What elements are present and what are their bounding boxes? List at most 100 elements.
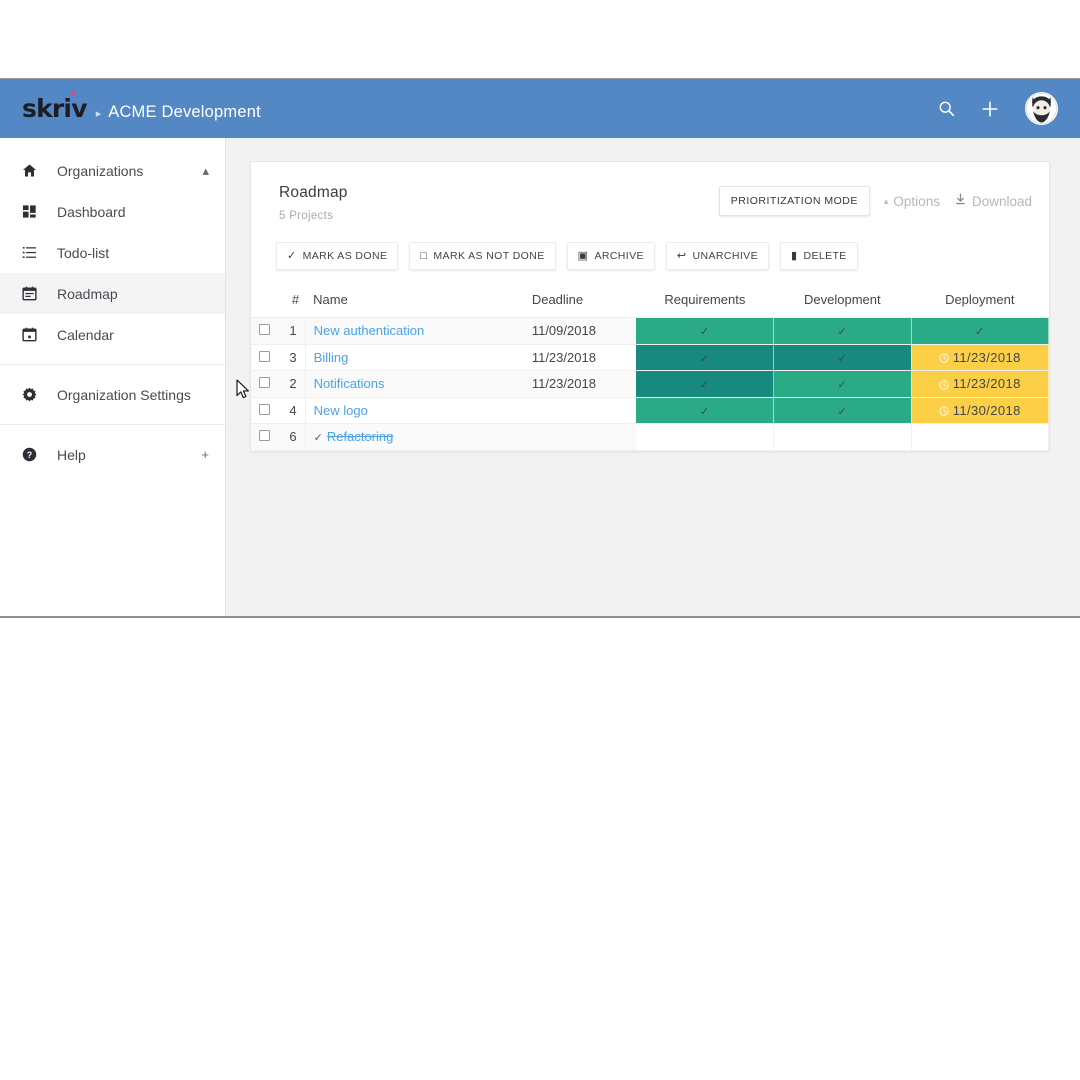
skriv-logo[interactable]: skriv bbox=[22, 91, 87, 123]
sidebar-label-organizations: Organizations bbox=[57, 162, 144, 179]
status-check-icon: ✓ bbox=[699, 405, 710, 418]
row-name-cell: New authentication bbox=[304, 317, 524, 345]
status-cell-deployment[interactable]: ✓ bbox=[911, 317, 1049, 345]
sidebar-label-roadmap: Roadmap bbox=[57, 285, 118, 302]
sidebar-label-help: Help bbox=[57, 446, 86, 463]
prioritization-mode-button[interactable]: PRIORITIZATION MODE bbox=[718, 186, 870, 216]
status-cell-deployment[interactable] bbox=[911, 423, 1049, 451]
status-cell-development[interactable]: ✓ bbox=[773, 317, 912, 345]
th-deadline[interactable]: Deadline bbox=[523, 286, 637, 318]
sidebar-item-organizations[interactable]: Organizations ▴ bbox=[0, 150, 225, 191]
sidebar-item-todo-list[interactable]: Todo-list bbox=[0, 232, 225, 273]
skriv-logo-text: skriv bbox=[22, 94, 87, 123]
archive-button[interactable]: ▣ ARCHIVE bbox=[566, 242, 655, 270]
search-icon[interactable] bbox=[938, 100, 955, 117]
row-name-cell: Billing bbox=[304, 344, 524, 371]
row-number: 2 bbox=[281, 370, 306, 398]
calendar-roadmap-icon bbox=[22, 286, 44, 301]
options-button[interactable]: ▴ Options bbox=[884, 194, 940, 209]
status-cell-requirements[interactable]: ✓ bbox=[636, 344, 775, 371]
row-name-cell: Notifications bbox=[304, 370, 524, 398]
sidebar-divider-1 bbox=[0, 364, 225, 365]
download-icon bbox=[954, 193, 967, 209]
help-plus-icon[interactable]: + bbox=[201, 448, 209, 461]
user-avatar[interactable] bbox=[1025, 92, 1058, 125]
status-cell-requirements[interactable] bbox=[636, 423, 775, 451]
row-deadline bbox=[523, 397, 637, 424]
top-actions bbox=[938, 92, 1058, 125]
table-row[interactable]: 4 New logo ✓ ✓ 11/30/2018 bbox=[251, 397, 1049, 424]
delete-label: DELETE bbox=[803, 250, 847, 262]
sidebar-nav: Organizations ▴ Dashboard Todo-list Road… bbox=[0, 138, 226, 616]
table-row[interactable]: 3 Billing 11/23/2018 ✓ ✓ 11/23/2018 bbox=[251, 344, 1049, 371]
th-number[interactable]: # bbox=[281, 286, 306, 318]
sidebar-item-roadmap[interactable]: Roadmap bbox=[0, 273, 225, 314]
row-name-link[interactable]: Notifications bbox=[314, 376, 385, 391]
row-done-check-icon: ✓ bbox=[313, 432, 323, 445]
th-development[interactable]: Development bbox=[773, 286, 912, 318]
row-name-link[interactable]: Billing bbox=[314, 350, 349, 365]
svg-text:?: ? bbox=[27, 450, 32, 460]
status-cell-development[interactable]: ✓ bbox=[773, 370, 912, 398]
th-name[interactable]: Name bbox=[305, 286, 524, 318]
status-cell-requirements[interactable]: ✓ bbox=[636, 370, 775, 398]
check-icon: ✓ bbox=[287, 249, 297, 262]
mark-as-not-done-button[interactable]: □ MARK AS NOT DONE bbox=[409, 242, 556, 270]
row-checkbox[interactable] bbox=[259, 377, 270, 389]
brand-area[interactable]: skriv ▸ ACME Development bbox=[22, 91, 261, 123]
plus-icon[interactable] bbox=[981, 100, 999, 118]
status-cell-development[interactable]: ✓ bbox=[773, 344, 912, 371]
row-checkbox[interactable] bbox=[259, 430, 270, 442]
status-cell-deployment[interactable]: 11/23/2018 bbox=[911, 370, 1049, 398]
unarchive-arrow-icon: ↩ bbox=[676, 249, 687, 262]
mark-as-done-button[interactable]: ✓ MARK AS DONE bbox=[276, 242, 399, 270]
sidebar-item-help[interactable]: ? Help + bbox=[0, 434, 225, 475]
status-cell-deployment[interactable]: 11/23/2018 bbox=[911, 344, 1049, 371]
row-name-link[interactable]: New authentication bbox=[314, 323, 425, 338]
unarchive-button[interactable]: ↩ UNARCHIVE bbox=[665, 242, 769, 270]
row-number: 3 bbox=[281, 344, 306, 371]
table-row[interactable]: 1 New authentication 11/09/2018 ✓ ✓ ✓ bbox=[251, 317, 1049, 345]
main-content: Roadmap 5 Projects PRIORITIZATION MODE ▴… bbox=[226, 138, 1080, 616]
status-cell-deployment[interactable]: 11/30/2018 bbox=[911, 397, 1049, 424]
row-checkbox[interactable] bbox=[259, 350, 270, 362]
status-date: 11/23/2018 bbox=[939, 350, 1021, 365]
sidebar-item-dashboard[interactable]: Dashboard bbox=[0, 191, 225, 232]
row-name-link[interactable]: New logo bbox=[314, 403, 368, 418]
row-checkbox[interactable] bbox=[259, 324, 270, 336]
row-name-cell: New logo bbox=[304, 397, 524, 424]
row-name-link[interactable]: Refactoring bbox=[327, 429, 393, 444]
project-count: 5 Projects bbox=[279, 210, 334, 222]
status-cell-development[interactable] bbox=[773, 423, 912, 451]
list-icon bbox=[22, 245, 44, 260]
gear-icon bbox=[22, 387, 44, 402]
row-deadline: 11/23/2018 bbox=[523, 344, 637, 371]
table-row[interactable]: 6 ✓ Refactoring bbox=[251, 423, 1049, 451]
th-requirements[interactable]: Requirements bbox=[636, 286, 774, 318]
chevron-up-icon[interactable]: ▴ bbox=[202, 164, 209, 177]
download-button[interactable]: Download bbox=[954, 193, 1032, 209]
status-cell-requirements[interactable]: ✓ bbox=[636, 397, 775, 424]
status-cell-development[interactable]: ✓ bbox=[773, 397, 912, 424]
th-deployment[interactable]: Deployment bbox=[911, 286, 1049, 318]
sidebar-label-calendar: Calendar bbox=[57, 326, 114, 343]
mark-as-done-label: MARK AS DONE bbox=[302, 250, 388, 262]
organization-name[interactable]: ACME Development bbox=[108, 103, 261, 122]
empty-square-icon: □ bbox=[420, 249, 428, 262]
table-body: 1 New authentication 11/09/2018 ✓ ✓ ✓ 3 Billing… bbox=[251, 317, 1049, 451]
sidebar-item-calendar[interactable]: Calendar bbox=[0, 314, 225, 355]
table-row[interactable]: 2 Notifications 11/23/2018 ✓ ✓ 11/23/2018 bbox=[251, 370, 1049, 398]
chevron-up-icon: ▴ bbox=[883, 195, 889, 206]
sidebar-item-organization-settings[interactable]: Organization Settings bbox=[0, 374, 225, 415]
row-name-cell: ✓ Refactoring bbox=[304, 423, 524, 451]
unarchive-label: UNARCHIVE bbox=[692, 250, 758, 262]
roadmap-table: # Name Deadline Requirements Development… bbox=[251, 286, 1049, 451]
delete-button[interactable]: ▮ DELETE bbox=[780, 242, 858, 270]
sidebar-label-todo-list: Todo-list bbox=[57, 244, 110, 261]
row-number: 1 bbox=[281, 317, 306, 345]
status-cell-requirements[interactable]: ✓ bbox=[636, 317, 775, 345]
clock-icon bbox=[939, 376, 949, 391]
page-title: Roadmap bbox=[279, 184, 348, 201]
row-checkbox[interactable] bbox=[259, 403, 270, 415]
status-check-icon: ✓ bbox=[837, 326, 848, 339]
